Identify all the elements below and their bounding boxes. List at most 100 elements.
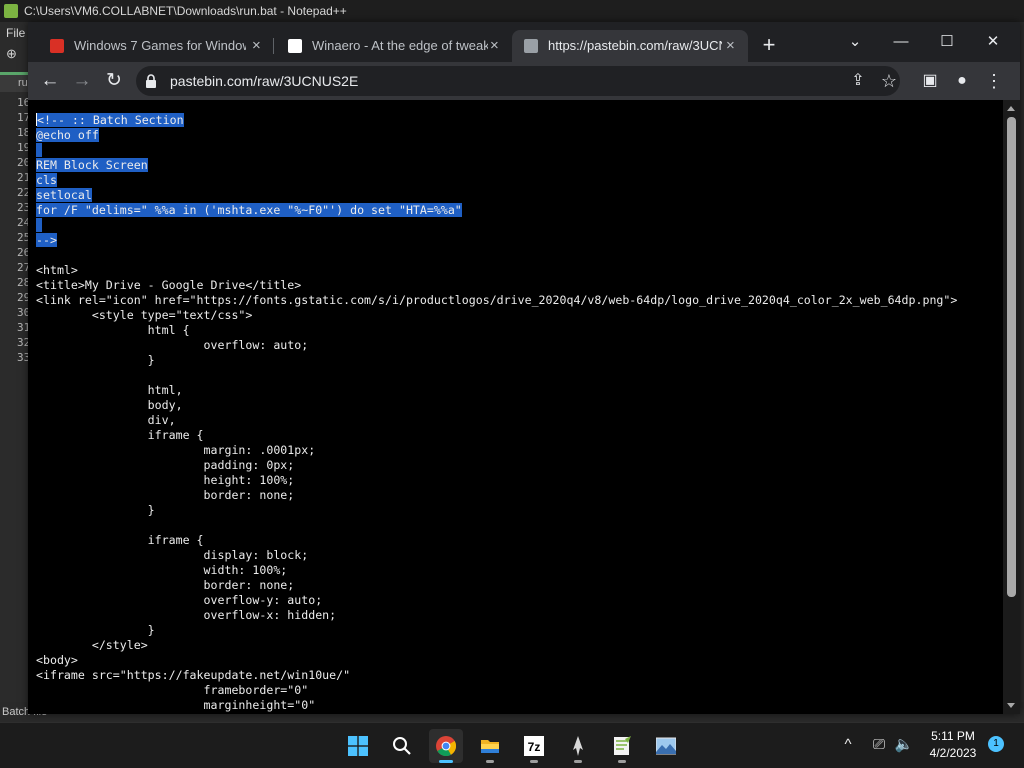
code-line: </style> [36,638,1001,653]
taskbar-photos[interactable] [649,729,683,763]
code-line-text: width: 100%; [36,563,288,577]
taskbar-inkscape[interactable] [561,729,595,763]
code-line [36,218,1001,233]
lock-icon[interactable] [146,74,156,88]
side-panel-icon[interactable]: ▣ [916,67,944,95]
code-line-text: frameborder="0" [36,683,309,697]
show-hidden-icons-chevron[interactable]: ^ [838,733,858,757]
code-line-text: <title>My Drive - Google Drive</title> [36,278,302,292]
code-line: REM Block Screen [36,158,1001,173]
code-line-text: </style> [36,638,148,652]
tab-title: Winaero - At the edge of tweaking [312,38,488,53]
code-line: <link rel="icon" href="https://fonts.gst… [36,293,1001,308]
line-number: 27 [17,261,30,274]
code-line: marginheight="0" [36,698,1001,713]
minimize-button[interactable]: — [878,28,924,56]
code-line-text: } [36,353,155,367]
start-button[interactable] [341,729,375,763]
line-number: 31 [17,321,30,334]
line-number: 23 [17,201,30,214]
taskbar-search-button[interactable] [385,729,419,763]
scroll-down-arrow-icon[interactable] [1007,703,1015,708]
address-bar[interactable]: pastebin.com/raw/3UCNUS2E [136,66,900,96]
tab-winaero[interactable]: Winaero - At the edge of tweaking × [276,30,506,62]
forward-button[interactable]: → [68,67,96,95]
code-line-text: cls [36,173,57,187]
vertical-scrollbar[interactable] [1003,100,1020,714]
code-line-text: <iframe src="https://fakeupdate.net/win1… [36,668,351,682]
page-content[interactable]: <!-- :: Batch Section @echo offREM Block … [28,100,1020,714]
taskbar-7zip[interactable]: 7z [517,729,551,763]
code-line: iframe { [36,533,1001,548]
close-tab-icon[interactable]: × [252,30,261,62]
code-line-text: margin: .0001px; [36,443,316,457]
code-line-text: html { [36,323,190,337]
close-window-button[interactable]: ✕ [970,28,1016,56]
chrome-menu-icon[interactable]: ⋮ [980,67,1008,95]
tab-search-icon[interactable]: ⌄ [832,28,878,56]
taskbar-chrome[interactable] [429,729,463,763]
code-line-text: iframe { [36,533,204,547]
volume-icon[interactable]: 🔈 [893,733,915,757]
code-line: body, [36,398,1001,413]
maximize-button[interactable]: ☐ [924,28,970,56]
code-line: } [36,353,1001,368]
code-line-text: html, [36,383,183,397]
share-icon[interactable]: ⇪ [844,67,872,95]
code-line-text: border: none; [36,578,295,592]
scrollbar-thumb[interactable] [1007,117,1016,597]
running-indicator [574,760,582,763]
code-line: <body> [36,653,1001,668]
code-line-text: marginheight="0" [36,698,316,712]
new-file-icon[interactable]: ⊕ [6,47,20,61]
notepadpp-toolbar: ⊕ [0,44,30,66]
code-line-text: display: block; [36,548,309,562]
code-line: for /F "delims=" %%a in ('mshta.exe "%~F… [36,203,1001,218]
code-line-text: <style type="text/css"> [36,308,253,322]
windows-start-icon [348,736,368,756]
browser-toolbar: ← → ↻ pastebin.com/raw/3UCNUS2E ⇪ ☆ ▣ ● … [28,62,1020,100]
line-number-gutter: 16 17 18 19 20 21 22 23 24 25 26 27 28 29 30 31 32 33 [0,95,30,705]
notepadpp-tab[interactable]: run.bat [0,72,30,92]
line-number: 24 [17,216,30,229]
inkscape-icon [573,736,583,756]
clock[interactable]: 5:11 PM 4/2/2023 [918,728,988,762]
code-line: div, [36,413,1001,428]
code-line-text: } [36,503,155,517]
network-icon[interactable]: ⎚ [868,733,890,757]
bookmark-star-icon[interactable]: ☆ [875,67,903,95]
tab-windows7-games[interactable]: Windows 7 Games for Windows × [38,30,268,62]
code-line: iframe { [36,428,1001,443]
code-line: padding: 0px; [36,458,1001,473]
code-line-text: } [36,623,155,637]
notepadpp-icon [614,736,631,755]
search-icon [393,737,411,755]
reload-button[interactable]: ↻ [100,67,128,95]
code-line: <!-- :: Batch Section [36,113,1001,128]
tab-pastebin[interactable]: https://pastebin.com/raw/3UCNUS2E × [512,30,748,62]
close-tab-icon[interactable]: × [490,30,499,62]
scroll-up-arrow-icon[interactable] [1007,106,1015,111]
code-line: overflow-x: hidden; [36,608,1001,623]
code-line: border: none; [36,578,1001,593]
code-line-text: @echo off [36,128,99,142]
code-line-text: overflow: auto; [36,338,309,352]
desktop: C:\Users\VM6.COLLABNET\Downloads\run.bat… [0,0,1024,768]
profile-icon[interactable]: ● [948,67,976,95]
tab-strip: Windows 7 Games for Windows × Winaero - … [28,22,1020,66]
new-tab-button[interactable]: + [757,32,781,60]
running-indicator [530,760,538,763]
close-tab-icon[interactable]: × [726,30,735,62]
line-number: 16 [17,96,30,109]
code-line: setlocal [36,188,1001,203]
code-line-text: height: 100%; [36,473,295,487]
taskbar-file-explorer[interactable] [473,729,507,763]
taskbar-notepadpp[interactable] [605,729,639,763]
code-line: overflow: auto; [36,338,1001,353]
notification-badge[interactable]: 1 [988,736,1004,752]
running-indicator [486,760,494,763]
url-text[interactable]: pastebin.com/raw/3UCNUS2E [170,66,358,96]
raw-paste-text[interactable]: <!-- :: Batch Section @echo offREM Block … [36,113,1001,713]
back-button[interactable]: ← [36,67,64,95]
line-number: 19 [17,141,30,154]
